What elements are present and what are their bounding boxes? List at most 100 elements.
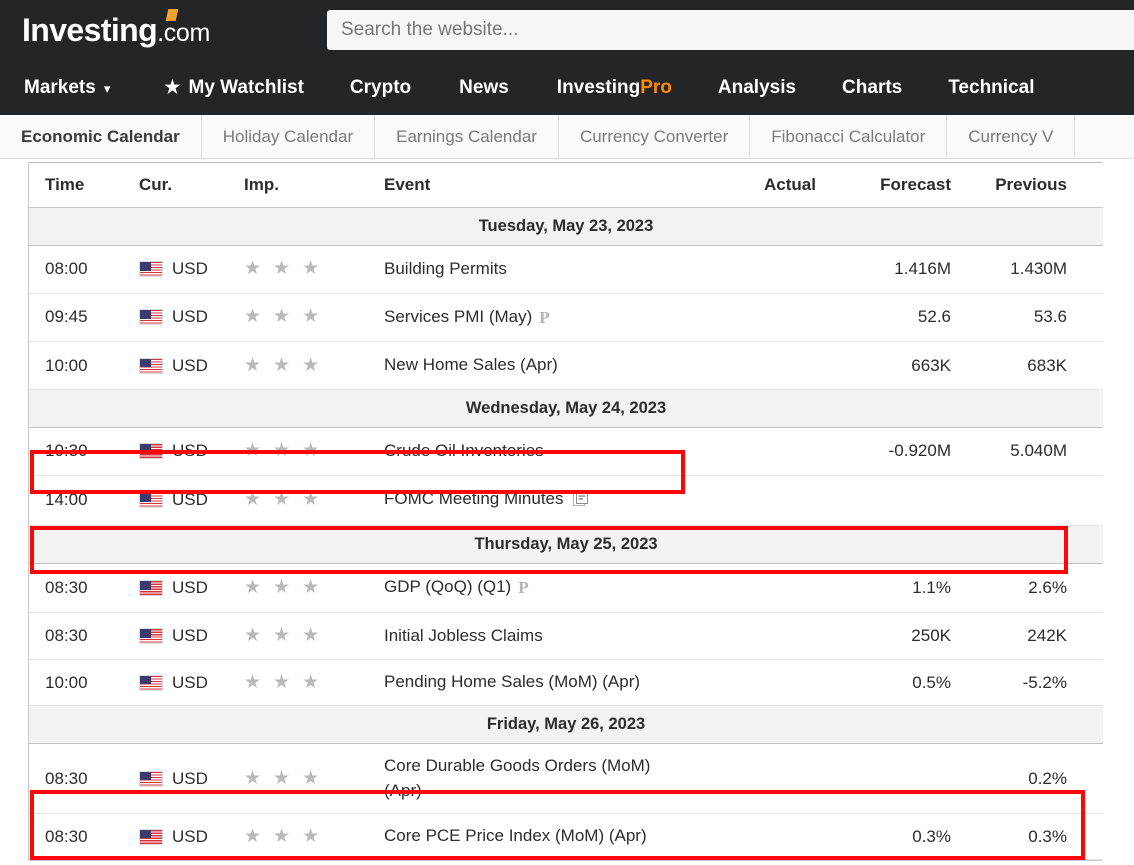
cell-importance: ★ ★ ★ bbox=[244, 475, 384, 527]
cell-currency: USD bbox=[139, 475, 244, 527]
cell-actual bbox=[694, 427, 824, 476]
star-icon: ★ bbox=[302, 354, 320, 376]
subnav-item-fibonacci-calculator[interactable]: Fibonacci Calculator bbox=[750, 115, 948, 158]
event-name[interactable]: Core PCE Price Index (MoM) (Apr) bbox=[384, 826, 647, 845]
nav-item-news[interactable]: News bbox=[459, 77, 509, 99]
chevron-down-icon: ▾ bbox=[103, 80, 111, 96]
currency-code: USD bbox=[172, 259, 208, 279]
table-row[interactable]: 10:00 USD ★ ★ ★ Pending Home Sales (MoM) (Apr… bbox=[29, 659, 1103, 707]
cell-actual bbox=[694, 475, 824, 527]
cell-previous: 242K bbox=[959, 612, 1103, 661]
table-body: Tuesday, May 23, 2023 08:00 USD ★ ★ ★ Building… bbox=[29, 207, 1103, 861]
cell-forecast bbox=[824, 475, 959, 527]
column-header-event[interactable]: Event bbox=[384, 163, 694, 208]
importance-stars[interactable]: ★ ★ ★ bbox=[244, 441, 319, 460]
star-icon: ★ bbox=[302, 625, 320, 647]
star-icon: ★ bbox=[244, 625, 262, 647]
table-row[interactable]: 08:30 USD ★ ★ ★ Initial Jobless Claims 250K 242… bbox=[29, 612, 1103, 661]
search-input[interactable] bbox=[327, 10, 1134, 50]
event-name[interactable]: Crude Oil Inventories bbox=[384, 441, 544, 460]
cell-importance: ★ ★ ★ bbox=[244, 341, 384, 390]
table-row[interactable]: 14:00 USD ★ ★ ★ FOMC Meeting Minutes bbox=[29, 475, 1103, 527]
nav-item-investingpro[interactable]: Investing Pro bbox=[557, 77, 672, 99]
star-icon: ★ bbox=[273, 767, 291, 789]
importance-stars[interactable]: ★ ★ ★ bbox=[244, 827, 319, 846]
event-name[interactable]: Pending Home Sales (MoM) (Apr) bbox=[384, 672, 640, 691]
cell-event: FOMC Meeting Minutes bbox=[384, 475, 694, 527]
cell-event: GDP (QoQ) (Q1) P bbox=[384, 563, 694, 613]
nav-item-my-watchlist[interactable]: ★ My Watchlist bbox=[164, 77, 304, 99]
event-name[interactable]: Initial Jobless Claims bbox=[384, 626, 543, 645]
column-header-actual[interactable]: Actual bbox=[694, 163, 824, 208]
star-icon: ★ bbox=[302, 440, 320, 462]
cell-forecast: 1.416M bbox=[824, 245, 959, 294]
subnav-item-currency-converter[interactable]: Currency Converter bbox=[559, 115, 751, 158]
report-document-icon[interactable] bbox=[572, 489, 590, 515]
column-header-importance[interactable]: Imp. bbox=[244, 163, 384, 208]
economic-calendar-table-container: Time Cur. Imp. Event Actual Forecast Pre… bbox=[28, 162, 1103, 862]
nav-item-charts[interactable]: Charts bbox=[842, 77, 902, 99]
table-header-row: Time Cur. Imp. Event Actual Forecast Pre… bbox=[29, 163, 1103, 208]
importance-stars[interactable]: ★ ★ ★ bbox=[244, 307, 319, 326]
event-name[interactable]: Building Permits bbox=[384, 259, 507, 278]
subnav-item-earnings-calendar[interactable]: Earnings Calendar bbox=[375, 115, 559, 158]
subnav-item-label: Holiday Calendar bbox=[222, 126, 354, 146]
cell-currency: USD bbox=[139, 293, 244, 343]
cell-time: 08:30 bbox=[29, 612, 139, 661]
main-navigation: Markets ▾ ★ My Watchlist Crypto News Inv… bbox=[0, 60, 1134, 115]
star-icon: ★ bbox=[273, 354, 291, 376]
subnav-item-currency-v[interactable]: Currency V bbox=[947, 115, 1076, 158]
cell-time: 10:30 bbox=[29, 427, 139, 476]
importance-stars[interactable]: ★ ★ ★ bbox=[244, 578, 319, 597]
table-row[interactable]: 08:30 USD ★ ★ ★ GDP (QoQ) (Q1) P 1.1% 2.6% bbox=[29, 563, 1103, 613]
site-logo[interactable]: Investing.com bbox=[22, 9, 210, 46]
nav-pro-label-b: Pro bbox=[640, 76, 672, 98]
date-separator-row: Friday, May 26, 2023 bbox=[29, 705, 1103, 745]
column-header-time[interactable]: Time bbox=[29, 163, 139, 208]
table-row[interactable]: 10:30 USD ★ ★ ★ Crude Oil Inventories -0.920M 5… bbox=[29, 427, 1103, 476]
cell-importance: ★ ★ ★ bbox=[244, 813, 384, 861]
nav-markets-label: Markets bbox=[24, 76, 96, 98]
cell-forecast: -0.920M bbox=[824, 427, 959, 476]
star-icon: ★ bbox=[164, 77, 181, 97]
column-header-forecast[interactable]: Forecast bbox=[824, 163, 959, 208]
importance-stars[interactable]: ★ ★ ★ bbox=[244, 259, 319, 278]
event-name[interactable]: New Home Sales (Apr) bbox=[384, 355, 558, 374]
star-icon: ★ bbox=[273, 306, 291, 328]
cell-event: Building Permits bbox=[384, 245, 694, 294]
importance-stars[interactable]: ★ ★ ★ bbox=[244, 673, 319, 692]
cell-actual bbox=[694, 293, 824, 343]
cell-currency: USD bbox=[139, 563, 244, 613]
table-row[interactable]: 08:30 USD ★ ★ ★ Core PCE Price Index (MoM) (A… bbox=[29, 813, 1103, 861]
column-header-currency[interactable]: Cur. bbox=[139, 163, 244, 208]
importance-stars[interactable]: ★ ★ ★ bbox=[244, 769, 319, 788]
subnav-item-holiday-calendar[interactable]: Holiday Calendar bbox=[202, 115, 376, 158]
cell-importance: ★ ★ ★ bbox=[244, 427, 384, 476]
table-row[interactable]: 08:30 USD ★ ★ ★ Core Durable Goods Orders (Mo… bbox=[29, 743, 1103, 815]
importance-stars[interactable]: ★ ★ ★ bbox=[244, 490, 319, 509]
currency-code: USD bbox=[172, 307, 208, 327]
nav-item-analysis[interactable]: Analysis bbox=[718, 77, 796, 99]
importance-stars[interactable]: ★ ★ ★ bbox=[244, 626, 319, 645]
cell-previous: 0.3% bbox=[959, 813, 1103, 861]
importance-stars[interactable]: ★ ★ ★ bbox=[244, 356, 319, 375]
currency-code: USD bbox=[172, 672, 208, 692]
cell-actual bbox=[694, 813, 824, 861]
event-name[interactable]: FOMC Meeting Minutes bbox=[384, 489, 564, 508]
event-name[interactable]: Services PMI (May) bbox=[384, 307, 532, 326]
currency-code: USD bbox=[172, 490, 208, 510]
table-row[interactable]: 09:45 USD ★ ★ ★ Services PMI (May) P 52.6 53.6 bbox=[29, 293, 1103, 343]
subnav-item-economic-calendar[interactable]: Economic Calendar bbox=[0, 115, 202, 158]
table-row[interactable]: 10:00 USD ★ ★ ★ New Home Sales (Apr) 663K 683K bbox=[29, 341, 1103, 390]
cell-forecast: 0.5% bbox=[824, 659, 959, 707]
nav-item-markets[interactable]: Markets ▾ bbox=[24, 77, 110, 99]
event-name[interactable]: GDP (QoQ) (Q1) bbox=[384, 577, 511, 596]
cell-time: 09:45 bbox=[29, 293, 139, 343]
currency-code: USD bbox=[172, 826, 208, 846]
event-name[interactable]: Core Durable Goods Orders (MoM) (Apr) bbox=[384, 756, 650, 800]
table-row[interactable]: 08:00 USD ★ ★ ★ Building Permits 1.416M 1.430M bbox=[29, 245, 1103, 294]
cell-currency: USD bbox=[139, 341, 244, 390]
column-header-previous[interactable]: Previous bbox=[959, 163, 1103, 208]
nav-item-technical[interactable]: Technical bbox=[948, 77, 1034, 99]
nav-item-crypto[interactable]: Crypto bbox=[350, 77, 411, 99]
